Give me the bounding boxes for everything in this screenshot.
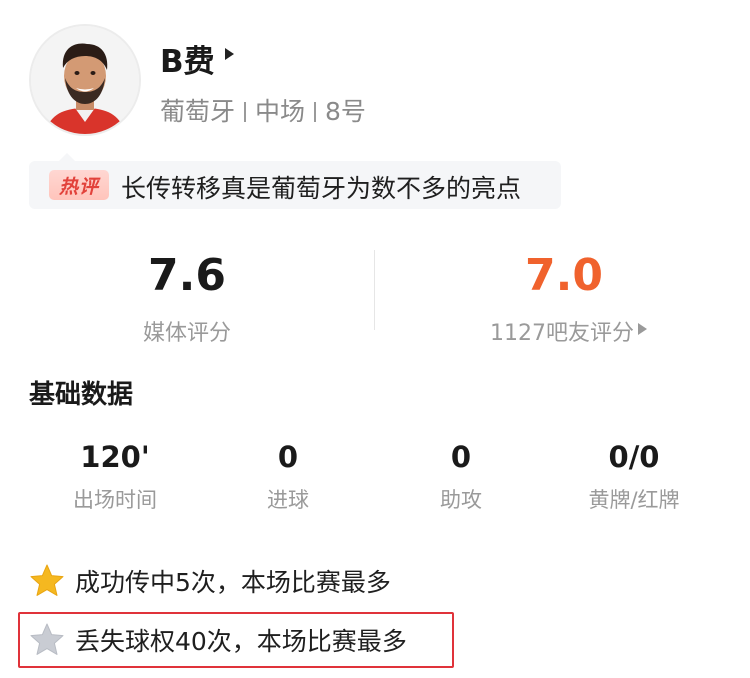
gold-star-icon bbox=[30, 564, 64, 596]
stat-minutes-label: 出场时间 bbox=[73, 488, 157, 512]
grey-star-icon bbox=[30, 623, 64, 655]
stat-assists-label: 助攻 bbox=[440, 488, 482, 512]
ratings-divider bbox=[374, 250, 375, 330]
media-rating-label: 媒体评分 bbox=[142, 321, 231, 346]
player-number: 8号 bbox=[325, 97, 366, 126]
media-rating-value: 7.6 bbox=[148, 250, 226, 301]
player-info: 葡萄牙 中场 8号 bbox=[160, 92, 366, 128]
player-country: 葡萄牙 bbox=[160, 97, 236, 126]
player-name[interactable]: B费 bbox=[160, 36, 215, 81]
player-avatar[interactable] bbox=[29, 24, 141, 136]
stat-goals-value: 0 bbox=[277, 440, 299, 474]
highlight-item: 丢失球权40次，本场比赛最多 bbox=[29, 618, 407, 662]
stat-goals-label: 进球 bbox=[267, 488, 309, 512]
fan-rating-arrow-icon[interactable] bbox=[638, 323, 647, 335]
basic-stats-title: 基础数据 bbox=[29, 380, 134, 410]
player-detail-arrow-icon[interactable] bbox=[225, 48, 234, 60]
separator bbox=[244, 102, 247, 122]
separator bbox=[314, 102, 317, 122]
hot-comment-text[interactable]: 长传转移真是葡萄牙为数不多的亮点 bbox=[121, 169, 521, 205]
highlight-text: 成功传中5次，本场比赛最多 bbox=[75, 568, 391, 597]
player-position: 中场 bbox=[255, 97, 306, 126]
highlight-text: 丢失球权40次，本场比赛最多 bbox=[75, 627, 407, 656]
stat-minutes-value: 120' bbox=[80, 440, 150, 474]
stat-cards-value: 0/0 bbox=[608, 440, 660, 474]
highlight-item: 成功传中5次，本场比赛最多 bbox=[29, 559, 391, 603]
fan-rating-value[interactable]: 7.0 bbox=[464, 250, 664, 301]
stat-cards-label: 黄牌/红牌 bbox=[588, 488, 680, 512]
stat-assists-value: 0 bbox=[450, 440, 472, 474]
hot-comment-badge: 热评 bbox=[49, 170, 109, 200]
